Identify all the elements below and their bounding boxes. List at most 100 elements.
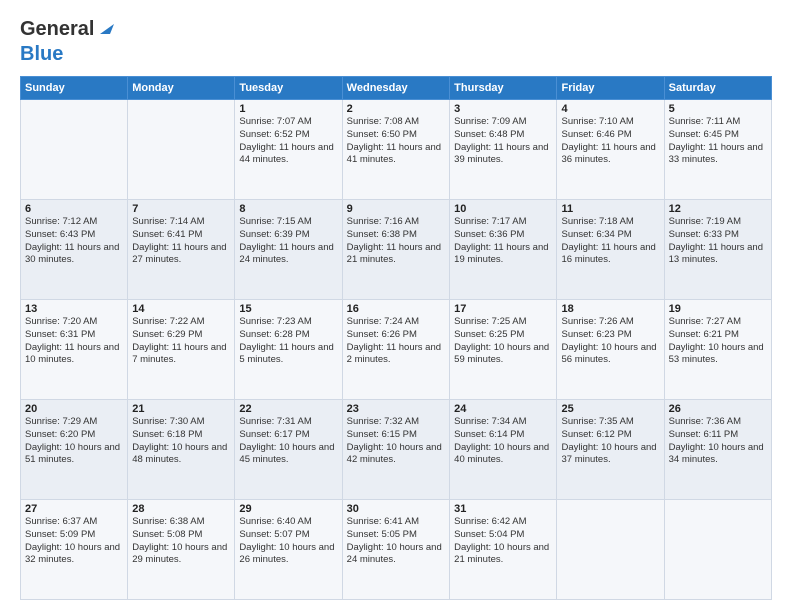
day-number: 4 xyxy=(561,103,659,115)
day-number: 30 xyxy=(347,503,445,515)
day-info: Sunrise: 7:36 AM Sunset: 6:11 PM Dayligh… xyxy=(669,416,767,467)
day-info: Sunrise: 7:17 AM Sunset: 6:36 PM Dayligh… xyxy=(454,216,552,267)
day-info: Sunrise: 7:23 AM Sunset: 6:28 PM Dayligh… xyxy=(239,316,337,367)
day-info: Sunrise: 7:32 AM Sunset: 6:15 PM Dayligh… xyxy=(347,416,445,467)
day-number: 31 xyxy=(454,503,552,515)
calendar-day-cell: 22Sunrise: 7:31 AM Sunset: 6:17 PM Dayli… xyxy=(235,400,342,500)
calendar-day-cell: 25Sunrise: 7:35 AM Sunset: 6:12 PM Dayli… xyxy=(557,400,664,500)
day-info: Sunrise: 7:08 AM Sunset: 6:50 PM Dayligh… xyxy=(347,116,445,167)
calendar-day-cell: 24Sunrise: 7:34 AM Sunset: 6:14 PM Dayli… xyxy=(450,400,557,500)
day-info: Sunrise: 7:15 AM Sunset: 6:39 PM Dayligh… xyxy=(239,216,337,267)
day-info: Sunrise: 6:42 AM Sunset: 5:04 PM Dayligh… xyxy=(454,516,552,567)
day-info: Sunrise: 7:11 AM Sunset: 6:45 PM Dayligh… xyxy=(669,116,767,167)
day-number: 1 xyxy=(239,103,337,115)
day-info: Sunrise: 7:25 AM Sunset: 6:25 PM Dayligh… xyxy=(454,316,552,367)
calendar-day-cell: 29Sunrise: 6:40 AM Sunset: 5:07 PM Dayli… xyxy=(235,500,342,600)
day-info: Sunrise: 7:09 AM Sunset: 6:48 PM Dayligh… xyxy=(454,116,552,167)
day-number: 8 xyxy=(239,203,337,215)
calendar-day-cell: 7Sunrise: 7:14 AM Sunset: 6:41 PM Daylig… xyxy=(128,200,235,300)
calendar-day-cell: 16Sunrise: 7:24 AM Sunset: 6:26 PM Dayli… xyxy=(342,300,449,400)
day-of-week-header: Thursday xyxy=(450,77,557,100)
calendar-week-row: 27Sunrise: 6:37 AM Sunset: 5:09 PM Dayli… xyxy=(21,500,772,600)
day-number: 16 xyxy=(347,303,445,315)
calendar-day-cell: 9Sunrise: 7:16 AM Sunset: 6:38 PM Daylig… xyxy=(342,200,449,300)
day-number: 24 xyxy=(454,403,552,415)
calendar-week-row: 6Sunrise: 7:12 AM Sunset: 6:43 PM Daylig… xyxy=(21,200,772,300)
day-number: 28 xyxy=(132,503,230,515)
calendar-day-cell: 2Sunrise: 7:08 AM Sunset: 6:50 PM Daylig… xyxy=(342,100,449,200)
day-number: 2 xyxy=(347,103,445,115)
day-info: Sunrise: 6:38 AM Sunset: 5:08 PM Dayligh… xyxy=(132,516,230,567)
day-info: Sunrise: 6:37 AM Sunset: 5:09 PM Dayligh… xyxy=(25,516,123,567)
day-number: 15 xyxy=(239,303,337,315)
day-number: 21 xyxy=(132,403,230,415)
day-info: Sunrise: 7:31 AM Sunset: 6:17 PM Dayligh… xyxy=(239,416,337,467)
day-info: Sunrise: 7:27 AM Sunset: 6:21 PM Dayligh… xyxy=(669,316,767,367)
calendar-day-cell: 12Sunrise: 7:19 AM Sunset: 6:33 PM Dayli… xyxy=(664,200,771,300)
calendar-day-cell: 8Sunrise: 7:15 AM Sunset: 6:39 PM Daylig… xyxy=(235,200,342,300)
day-of-week-header: Friday xyxy=(557,77,664,100)
calendar-day-cell: 30Sunrise: 6:41 AM Sunset: 5:05 PM Dayli… xyxy=(342,500,449,600)
page: General Blue SundayMondayTuesdayWednesda… xyxy=(0,0,792,612)
calendar-day-cell: 1Sunrise: 7:07 AM Sunset: 6:52 PM Daylig… xyxy=(235,100,342,200)
day-number: 17 xyxy=(454,303,552,315)
calendar-day-cell: 21Sunrise: 7:30 AM Sunset: 6:18 PM Dayli… xyxy=(128,400,235,500)
day-of-week-header: Monday xyxy=(128,77,235,100)
day-number: 20 xyxy=(25,403,123,415)
day-number: 25 xyxy=(561,403,659,415)
day-number: 19 xyxy=(669,303,767,315)
day-info: Sunrise: 6:40 AM Sunset: 5:07 PM Dayligh… xyxy=(239,516,337,567)
calendar-header-row: SundayMondayTuesdayWednesdayThursdayFrid… xyxy=(21,77,772,100)
day-number: 18 xyxy=(561,303,659,315)
calendar-day-cell: 26Sunrise: 7:36 AM Sunset: 6:11 PM Dayli… xyxy=(664,400,771,500)
calendar-day-cell: 18Sunrise: 7:26 AM Sunset: 6:23 PM Dayli… xyxy=(557,300,664,400)
day-of-week-header: Sunday xyxy=(21,77,128,100)
day-number: 23 xyxy=(347,403,445,415)
day-number: 9 xyxy=(347,203,445,215)
calendar-week-row: 1Sunrise: 7:07 AM Sunset: 6:52 PM Daylig… xyxy=(21,100,772,200)
day-info: Sunrise: 7:10 AM Sunset: 6:46 PM Dayligh… xyxy=(561,116,659,167)
calendar-day-cell: 28Sunrise: 6:38 AM Sunset: 5:08 PM Dayli… xyxy=(128,500,235,600)
calendar-day-cell: 23Sunrise: 7:32 AM Sunset: 6:15 PM Dayli… xyxy=(342,400,449,500)
calendar-day-cell: 4Sunrise: 7:10 AM Sunset: 6:46 PM Daylig… xyxy=(557,100,664,200)
day-info: Sunrise: 7:19 AM Sunset: 6:33 PM Dayligh… xyxy=(669,216,767,267)
day-info: Sunrise: 7:26 AM Sunset: 6:23 PM Dayligh… xyxy=(561,316,659,367)
day-info: Sunrise: 7:24 AM Sunset: 6:26 PM Dayligh… xyxy=(347,316,445,367)
calendar-day-cell: 13Sunrise: 7:20 AM Sunset: 6:31 PM Dayli… xyxy=(21,300,128,400)
day-number: 22 xyxy=(239,403,337,415)
calendar-day-cell xyxy=(557,500,664,600)
logo: General Blue xyxy=(20,16,118,66)
calendar-day-cell: 6Sunrise: 7:12 AM Sunset: 6:43 PM Daylig… xyxy=(21,200,128,300)
day-number: 27 xyxy=(25,503,123,515)
calendar-day-cell xyxy=(664,500,771,600)
calendar-day-cell: 5Sunrise: 7:11 AM Sunset: 6:45 PM Daylig… xyxy=(664,100,771,200)
calendar-day-cell: 3Sunrise: 7:09 AM Sunset: 6:48 PM Daylig… xyxy=(450,100,557,200)
logo-blue: Blue xyxy=(20,43,63,65)
day-number: 26 xyxy=(669,403,767,415)
day-number: 12 xyxy=(669,203,767,215)
day-number: 6 xyxy=(25,203,123,215)
day-info: Sunrise: 7:18 AM Sunset: 6:34 PM Dayligh… xyxy=(561,216,659,267)
day-info: Sunrise: 7:35 AM Sunset: 6:12 PM Dayligh… xyxy=(561,416,659,467)
calendar-day-cell: 20Sunrise: 7:29 AM Sunset: 6:20 PM Dayli… xyxy=(21,400,128,500)
day-number: 29 xyxy=(239,503,337,515)
day-info: Sunrise: 7:12 AM Sunset: 6:43 PM Dayligh… xyxy=(25,216,123,267)
calendar-day-cell: 31Sunrise: 6:42 AM Sunset: 5:04 PM Dayli… xyxy=(450,500,557,600)
day-of-week-header: Tuesday xyxy=(235,77,342,100)
day-number: 7 xyxy=(132,203,230,215)
calendar-day-cell: 27Sunrise: 6:37 AM Sunset: 5:09 PM Dayli… xyxy=(21,500,128,600)
day-info: Sunrise: 7:14 AM Sunset: 6:41 PM Dayligh… xyxy=(132,216,230,267)
day-number: 13 xyxy=(25,303,123,315)
calendar-day-cell: 10Sunrise: 7:17 AM Sunset: 6:36 PM Dayli… xyxy=(450,200,557,300)
day-info: Sunrise: 7:29 AM Sunset: 6:20 PM Dayligh… xyxy=(25,416,123,467)
day-of-week-header: Wednesday xyxy=(342,77,449,100)
day-number: 10 xyxy=(454,203,552,215)
calendar-day-cell: 14Sunrise: 7:22 AM Sunset: 6:29 PM Dayli… xyxy=(128,300,235,400)
calendar-week-row: 13Sunrise: 7:20 AM Sunset: 6:31 PM Dayli… xyxy=(21,300,772,400)
logo-arrow-icon xyxy=(96,16,118,38)
calendar-day-cell: 19Sunrise: 7:27 AM Sunset: 6:21 PM Dayli… xyxy=(664,300,771,400)
header: General Blue xyxy=(20,16,772,66)
day-info: Sunrise: 7:16 AM Sunset: 6:38 PM Dayligh… xyxy=(347,216,445,267)
calendar-week-row: 20Sunrise: 7:29 AM Sunset: 6:20 PM Dayli… xyxy=(21,400,772,500)
day-number: 5 xyxy=(669,103,767,115)
